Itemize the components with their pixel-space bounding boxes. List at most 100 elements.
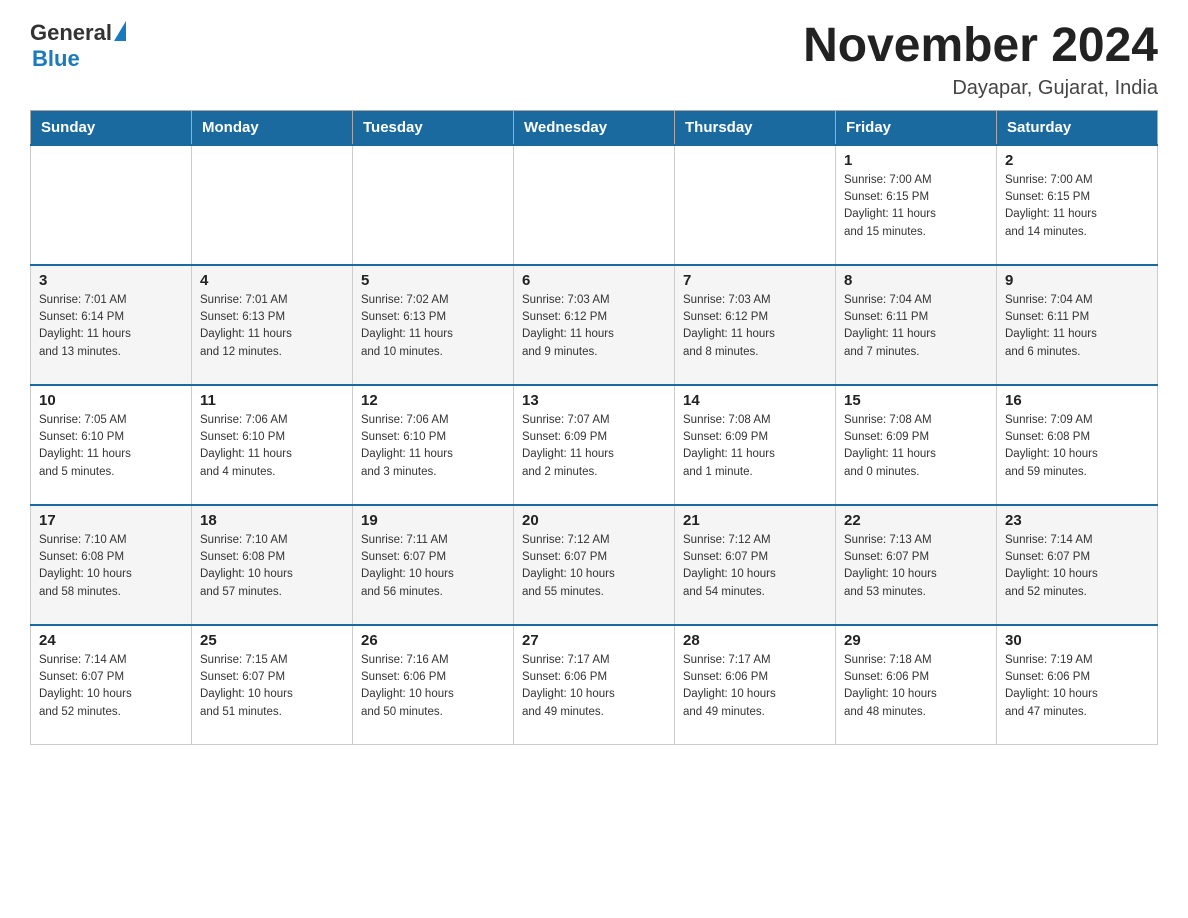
day-info: Sunrise: 7:08 AMSunset: 6:09 PMDaylight:… xyxy=(683,412,827,481)
calendar-cell xyxy=(675,145,836,265)
day-number: 9 xyxy=(1005,272,1149,289)
day-info: Sunrise: 7:13 AMSunset: 6:07 PMDaylight:… xyxy=(844,532,988,601)
day-info: Sunrise: 7:14 AMSunset: 6:07 PMDaylight:… xyxy=(1005,532,1149,601)
calendar-cell: 21 Sunrise: 7:12 AMSunset: 6:07 PMDayligh… xyxy=(675,505,836,625)
day-info: Sunrise: 7:00 AMSunset: 6:15 PMDaylight:… xyxy=(844,172,988,241)
day-number: 3 xyxy=(39,272,183,289)
calendar-cell: 9 Sunrise: 7:04 AMSunset: 6:11 PMDaylight… xyxy=(997,265,1158,385)
weekday-header-thursday: Thursday xyxy=(675,110,836,145)
calendar-cell: 4 Sunrise: 7:01 AMSunset: 6:13 PMDaylight… xyxy=(192,265,353,385)
day-info: Sunrise: 7:17 AMSunset: 6:06 PMDaylight:… xyxy=(683,652,827,721)
weekday-row: SundayMondayTuesdayWednesdayThursdayFrid… xyxy=(31,110,1158,145)
day-number: 29 xyxy=(844,632,988,649)
calendar-table: SundayMondayTuesdayWednesdayThursdayFrid… xyxy=(30,110,1158,746)
calendar-cell: 27 Sunrise: 7:17 AMSunset: 6:06 PMDayligh… xyxy=(514,625,675,745)
calendar-cell: 18 Sunrise: 7:10 AMSunset: 6:08 PMDayligh… xyxy=(192,505,353,625)
day-number: 21 xyxy=(683,512,827,529)
calendar-cell: 22 Sunrise: 7:13 AMSunset: 6:07 PMDayligh… xyxy=(836,505,997,625)
title-block: November 2024 Dayapar, Gujarat, India xyxy=(803,20,1158,100)
logo-blue-text: Blue xyxy=(32,46,80,71)
day-info: Sunrise: 7:09 AMSunset: 6:08 PMDaylight:… xyxy=(1005,412,1149,481)
day-info: Sunrise: 7:17 AMSunset: 6:06 PMDaylight:… xyxy=(522,652,666,721)
calendar-cell: 5 Sunrise: 7:02 AMSunset: 6:13 PMDaylight… xyxy=(353,265,514,385)
calendar-cell: 19Sunrise: 7:11 AMSunset: 6:07 PMDayligh… xyxy=(353,505,514,625)
day-number: 13 xyxy=(522,392,666,409)
logo-triangle-icon xyxy=(114,21,126,41)
logo-general-text: General xyxy=(30,20,112,46)
day-number: 11 xyxy=(200,392,344,409)
calendar-cell: 2 Sunrise: 7:00 AMSunset: 6:15 PMDaylight… xyxy=(997,145,1158,265)
calendar-cell xyxy=(192,145,353,265)
day-info: Sunrise: 7:01 AMSunset: 6:14 PMDaylight:… xyxy=(39,292,183,361)
day-info: Sunrise: 7:03 AMSunset: 6:12 PMDaylight:… xyxy=(683,292,827,361)
calendar-row: 17 Sunrise: 7:10 AMSunset: 6:08 PMDayligh… xyxy=(31,505,1158,625)
calendar-body: 1 Sunrise: 7:00 AMSunset: 6:15 PMDaylight… xyxy=(31,145,1158,745)
day-number: 1 xyxy=(844,152,988,169)
day-number: 24 xyxy=(39,632,183,649)
day-info: Sunrise: 7:18 AMSunset: 6:06 PMDaylight:… xyxy=(844,652,988,721)
calendar-cell: 23 Sunrise: 7:14 AMSunset: 6:07 PMDayligh… xyxy=(997,505,1158,625)
day-number: 12 xyxy=(361,392,505,409)
calendar-cell: 11 Sunrise: 7:06 AMSunset: 6:10 PMDayligh… xyxy=(192,385,353,505)
calendar-cell: 17 Sunrise: 7:10 AMSunset: 6:08 PMDayligh… xyxy=(31,505,192,625)
day-number: 10 xyxy=(39,392,183,409)
day-number: 8 xyxy=(844,272,988,289)
day-number: 14 xyxy=(683,392,827,409)
calendar-cell xyxy=(353,145,514,265)
day-info: Sunrise: 7:10 AMSunset: 6:08 PMDaylight:… xyxy=(39,532,183,601)
day-number: 17 xyxy=(39,512,183,529)
day-info: Sunrise: 7:07 AMSunset: 6:09 PMDaylight:… xyxy=(522,412,666,481)
weekday-header-friday: Friday xyxy=(836,110,997,145)
calendar-cell: 6 Sunrise: 7:03 AMSunset: 6:12 PMDaylight… xyxy=(514,265,675,385)
day-number: 23 xyxy=(1005,512,1149,529)
day-number: 7 xyxy=(683,272,827,289)
weekday-header-sunday: Sunday xyxy=(31,110,192,145)
calendar-cell: 29 Sunrise: 7:18 AMSunset: 6:06 PMDayligh… xyxy=(836,625,997,745)
calendar-row: 24Sunrise: 7:14 AMSunset: 6:07 PMDayligh… xyxy=(31,625,1158,745)
calendar-cell: 16 Sunrise: 7:09 AMSunset: 6:08 PMDayligh… xyxy=(997,385,1158,505)
day-info: Sunrise: 7:06 AMSunset: 6:10 PMDaylight:… xyxy=(361,412,505,481)
day-info: Sunrise: 7:01 AMSunset: 6:13 PMDaylight:… xyxy=(200,292,344,361)
calendar-cell: 12 Sunrise: 7:06 AMSunset: 6:10 PMDayligh… xyxy=(353,385,514,505)
logo: General Blue xyxy=(30,20,126,72)
day-info: Sunrise: 7:03 AMSunset: 6:12 PMDaylight:… xyxy=(522,292,666,361)
day-info: Sunrise: 7:11 AMSunset: 6:07 PMDaylight:… xyxy=(361,532,505,601)
day-number: 4 xyxy=(200,272,344,289)
day-info: Sunrise: 7:08 AMSunset: 6:09 PMDaylight:… xyxy=(844,412,988,481)
calendar-cell: 20 Sunrise: 7:12 AMSunset: 6:07 PMDayligh… xyxy=(514,505,675,625)
day-info: Sunrise: 7:12 AMSunset: 6:07 PMDaylight:… xyxy=(683,532,827,601)
day-number: 16 xyxy=(1005,392,1149,409)
calendar-cell: 14 Sunrise: 7:08 AMSunset: 6:09 PMDayligh… xyxy=(675,385,836,505)
month-title: November 2024 xyxy=(803,20,1158,73)
calendar-cell: 30Sunrise: 7:19 AMSunset: 6:06 PMDayligh… xyxy=(997,625,1158,745)
calendar-row: 3 Sunrise: 7:01 AMSunset: 6:14 PMDaylight… xyxy=(31,265,1158,385)
day-info: Sunrise: 7:10 AMSunset: 6:08 PMDaylight:… xyxy=(200,532,344,601)
calendar-cell: 10 Sunrise: 7:05 AMSunset: 6:10 PMDayligh… xyxy=(31,385,192,505)
day-info: Sunrise: 7:00 AMSunset: 6:15 PMDaylight:… xyxy=(1005,172,1149,241)
day-number: 5 xyxy=(361,272,505,289)
day-number: 2 xyxy=(1005,152,1149,169)
day-number: 22 xyxy=(844,512,988,529)
day-info: Sunrise: 7:12 AMSunset: 6:07 PMDaylight:… xyxy=(522,532,666,601)
day-number: 25 xyxy=(200,632,344,649)
day-number: 6 xyxy=(522,272,666,289)
calendar-header: SundayMondayTuesdayWednesdayThursdayFrid… xyxy=(31,110,1158,145)
calendar-cell: 13 Sunrise: 7:07 AMSunset: 6:09 PMDayligh… xyxy=(514,385,675,505)
weekday-header-saturday: Saturday xyxy=(997,110,1158,145)
day-info: Sunrise: 7:05 AMSunset: 6:10 PMDaylight:… xyxy=(39,412,183,481)
day-number: 18 xyxy=(200,512,344,529)
calendar-row: 1 Sunrise: 7:00 AMSunset: 6:15 PMDaylight… xyxy=(31,145,1158,265)
weekday-header-monday: Monday xyxy=(192,110,353,145)
calendar-cell: 8 Sunrise: 7:04 AMSunset: 6:11 PMDaylight… xyxy=(836,265,997,385)
day-info: Sunrise: 7:15 AMSunset: 6:07 PMDaylight:… xyxy=(200,652,344,721)
day-info: Sunrise: 7:06 AMSunset: 6:10 PMDaylight:… xyxy=(200,412,344,481)
day-number: 27 xyxy=(522,632,666,649)
location-text: Dayapar, Gujarat, India xyxy=(803,77,1158,100)
day-info: Sunrise: 7:02 AMSunset: 6:13 PMDaylight:… xyxy=(361,292,505,361)
day-number: 20 xyxy=(522,512,666,529)
day-number: 28 xyxy=(683,632,827,649)
calendar-cell xyxy=(514,145,675,265)
day-info: Sunrise: 7:04 AMSunset: 6:11 PMDaylight:… xyxy=(1005,292,1149,361)
calendar-cell: 25 Sunrise: 7:15 AMSunset: 6:07 PMDayligh… xyxy=(192,625,353,745)
day-info: Sunrise: 7:04 AMSunset: 6:11 PMDaylight:… xyxy=(844,292,988,361)
